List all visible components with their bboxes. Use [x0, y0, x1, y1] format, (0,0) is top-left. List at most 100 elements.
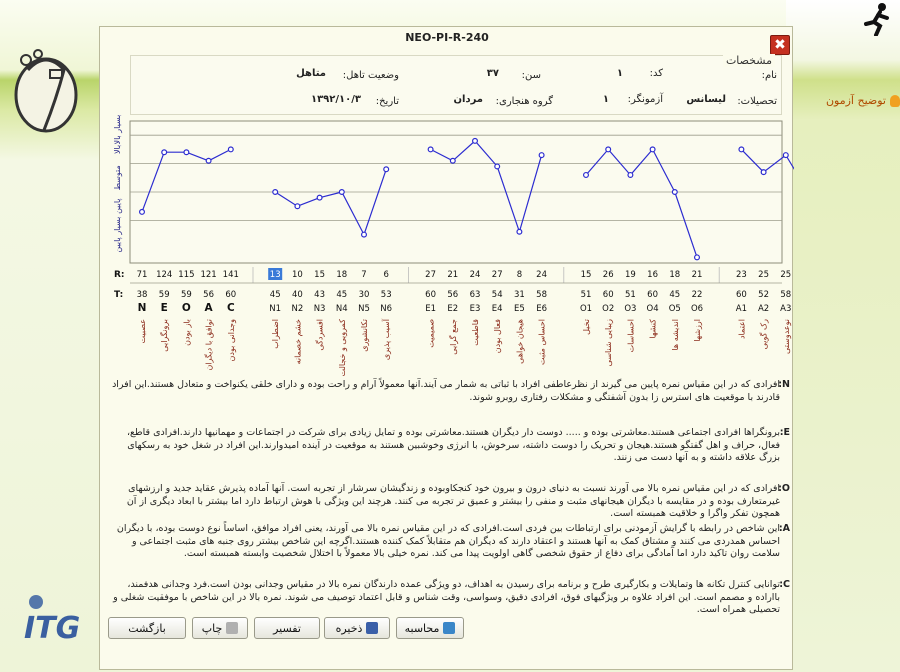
data-point: [627, 171, 634, 178]
t-score: 45: [669, 290, 680, 300]
code-value: ۱: [616, 68, 623, 79]
raw-score: 27: [492, 270, 503, 280]
data-point: [583, 171, 590, 178]
data-point: [361, 231, 368, 238]
scale-name: وجدانی بودن: [227, 319, 236, 362]
calculate-button[interactable]: محاسبه: [396, 617, 464, 639]
scale-code: N3: [314, 304, 326, 314]
data-point: [383, 166, 390, 173]
data-point: [516, 228, 523, 235]
t-score: 58: [780, 290, 791, 300]
raw-score: 13: [270, 270, 281, 280]
raw-score: 19: [625, 270, 636, 280]
raw-score: 26: [603, 270, 614, 280]
scale-code: O4: [647, 304, 659, 314]
raw-score: 6: [383, 270, 388, 280]
scale-name: اضطراب: [271, 319, 280, 349]
data-point: [205, 157, 212, 164]
t-score: 58: [536, 290, 547, 300]
data-point: [605, 146, 612, 153]
y-level-label: پایین: [113, 198, 122, 213]
test-description-link[interactable]: توضیح آزمون: [792, 94, 900, 114]
t-score: 38: [137, 290, 148, 300]
scale-code: A: [205, 302, 214, 314]
lightbulb-icon: [890, 95, 900, 107]
dialog-title: NEO-PI-R-240: [405, 31, 489, 44]
t-score: 45: [270, 290, 281, 300]
data-point: [183, 149, 190, 156]
raw-label: R:: [114, 270, 125, 280]
calculator-icon: [443, 622, 456, 634]
education-label: تحصیلات:: [737, 96, 777, 107]
scale-name: برونگرایی: [159, 319, 169, 352]
save-button-label: ذخیره: [335, 621, 363, 635]
scale-name: جمع گرایی: [448, 319, 458, 355]
age-value: ۳۷: [486, 68, 499, 79]
scale-name: نوعدوستی: [782, 319, 791, 354]
date-value: ۱۳۹۲/۱۰/۳: [310, 94, 361, 105]
scale-code: A1: [736, 304, 747, 314]
exit-runner-icon[interactable]: [862, 2, 892, 36]
scale-code: N: [138, 302, 147, 314]
scale-name: عصبیت: [138, 319, 147, 343]
y-level-label: متوسط: [113, 165, 122, 190]
save-button[interactable]: ذخیره: [324, 617, 390, 639]
description-c: C: توانایی کنترل تکانه ها وتمایلات و بکار…: [113, 579, 790, 615]
raw-score: 121: [200, 270, 216, 280]
scale-code: N5: [358, 304, 370, 314]
raw-score: 7: [361, 270, 366, 280]
t-score: 60: [647, 290, 658, 300]
description-n: N: افرادی که در این مقیاس نمره پایین می گ…: [112, 379, 790, 403]
interpret-button[interactable]: تفسیر: [254, 617, 320, 639]
scale-code: E3: [470, 304, 481, 314]
t-score: 53: [381, 290, 392, 300]
raw-score: 21: [692, 270, 703, 280]
print-button[interactable]: چاپ: [192, 617, 248, 639]
scale-code: N2: [292, 304, 304, 314]
scale-code: O2: [602, 304, 614, 314]
raw-score: 15: [314, 270, 325, 280]
education-value: لیسانس: [686, 94, 726, 105]
back-button[interactable]: بازگشت: [108, 617, 186, 639]
scale-code: O: [182, 302, 191, 314]
t-score: 51: [581, 290, 592, 300]
raw-score: 8: [517, 270, 522, 280]
scale-name: احساسات: [626, 319, 635, 352]
t-score: 31: [514, 290, 525, 300]
t-score: 22: [692, 290, 703, 300]
data-point: [782, 152, 789, 159]
scale-name: افسردگی: [315, 319, 325, 351]
marital-label: وضعیت تاهل:: [342, 70, 399, 81]
scale-name: زیبایی شناسی: [604, 319, 613, 366]
t-score: 30: [359, 290, 370, 300]
data-point: [693, 254, 700, 261]
scale-code: N1: [269, 304, 281, 314]
raw-score: 24: [536, 270, 547, 280]
t-score: 60: [603, 290, 614, 300]
scale-code: O5: [669, 304, 681, 314]
scale-name: اندیشه ها: [671, 319, 680, 351]
data-point: [449, 157, 456, 164]
back-button-label: بازگشت: [128, 621, 166, 635]
scale-name: احساس مثبت: [538, 319, 547, 365]
raw-score: 18: [669, 270, 680, 280]
scale-name: کنشها: [649, 319, 658, 339]
data-point: [671, 188, 678, 195]
data-point: [161, 149, 168, 156]
norm-group-label: گروه هنجاری:: [495, 96, 553, 107]
scale-name: خشم خصمانه: [293, 319, 302, 364]
raw-score: 25: [758, 270, 769, 280]
floppy-disk-icon: [366, 622, 379, 634]
scale-code: N4: [336, 304, 348, 314]
raw-score: 27: [425, 270, 436, 280]
scale-name: کمرویی و خجالت: [338, 319, 347, 377]
data-point: [294, 203, 301, 210]
age-label: سن:: [521, 70, 541, 81]
t-score: 51: [625, 290, 636, 300]
close-button[interactable]: ✖: [770, 35, 790, 55]
scale-code: E5: [514, 304, 525, 314]
scale-name: ارزشها: [693, 319, 702, 342]
data-point: [494, 163, 501, 170]
scale-code: N6: [380, 304, 392, 314]
scale-name: فعال بودن: [493, 319, 502, 353]
